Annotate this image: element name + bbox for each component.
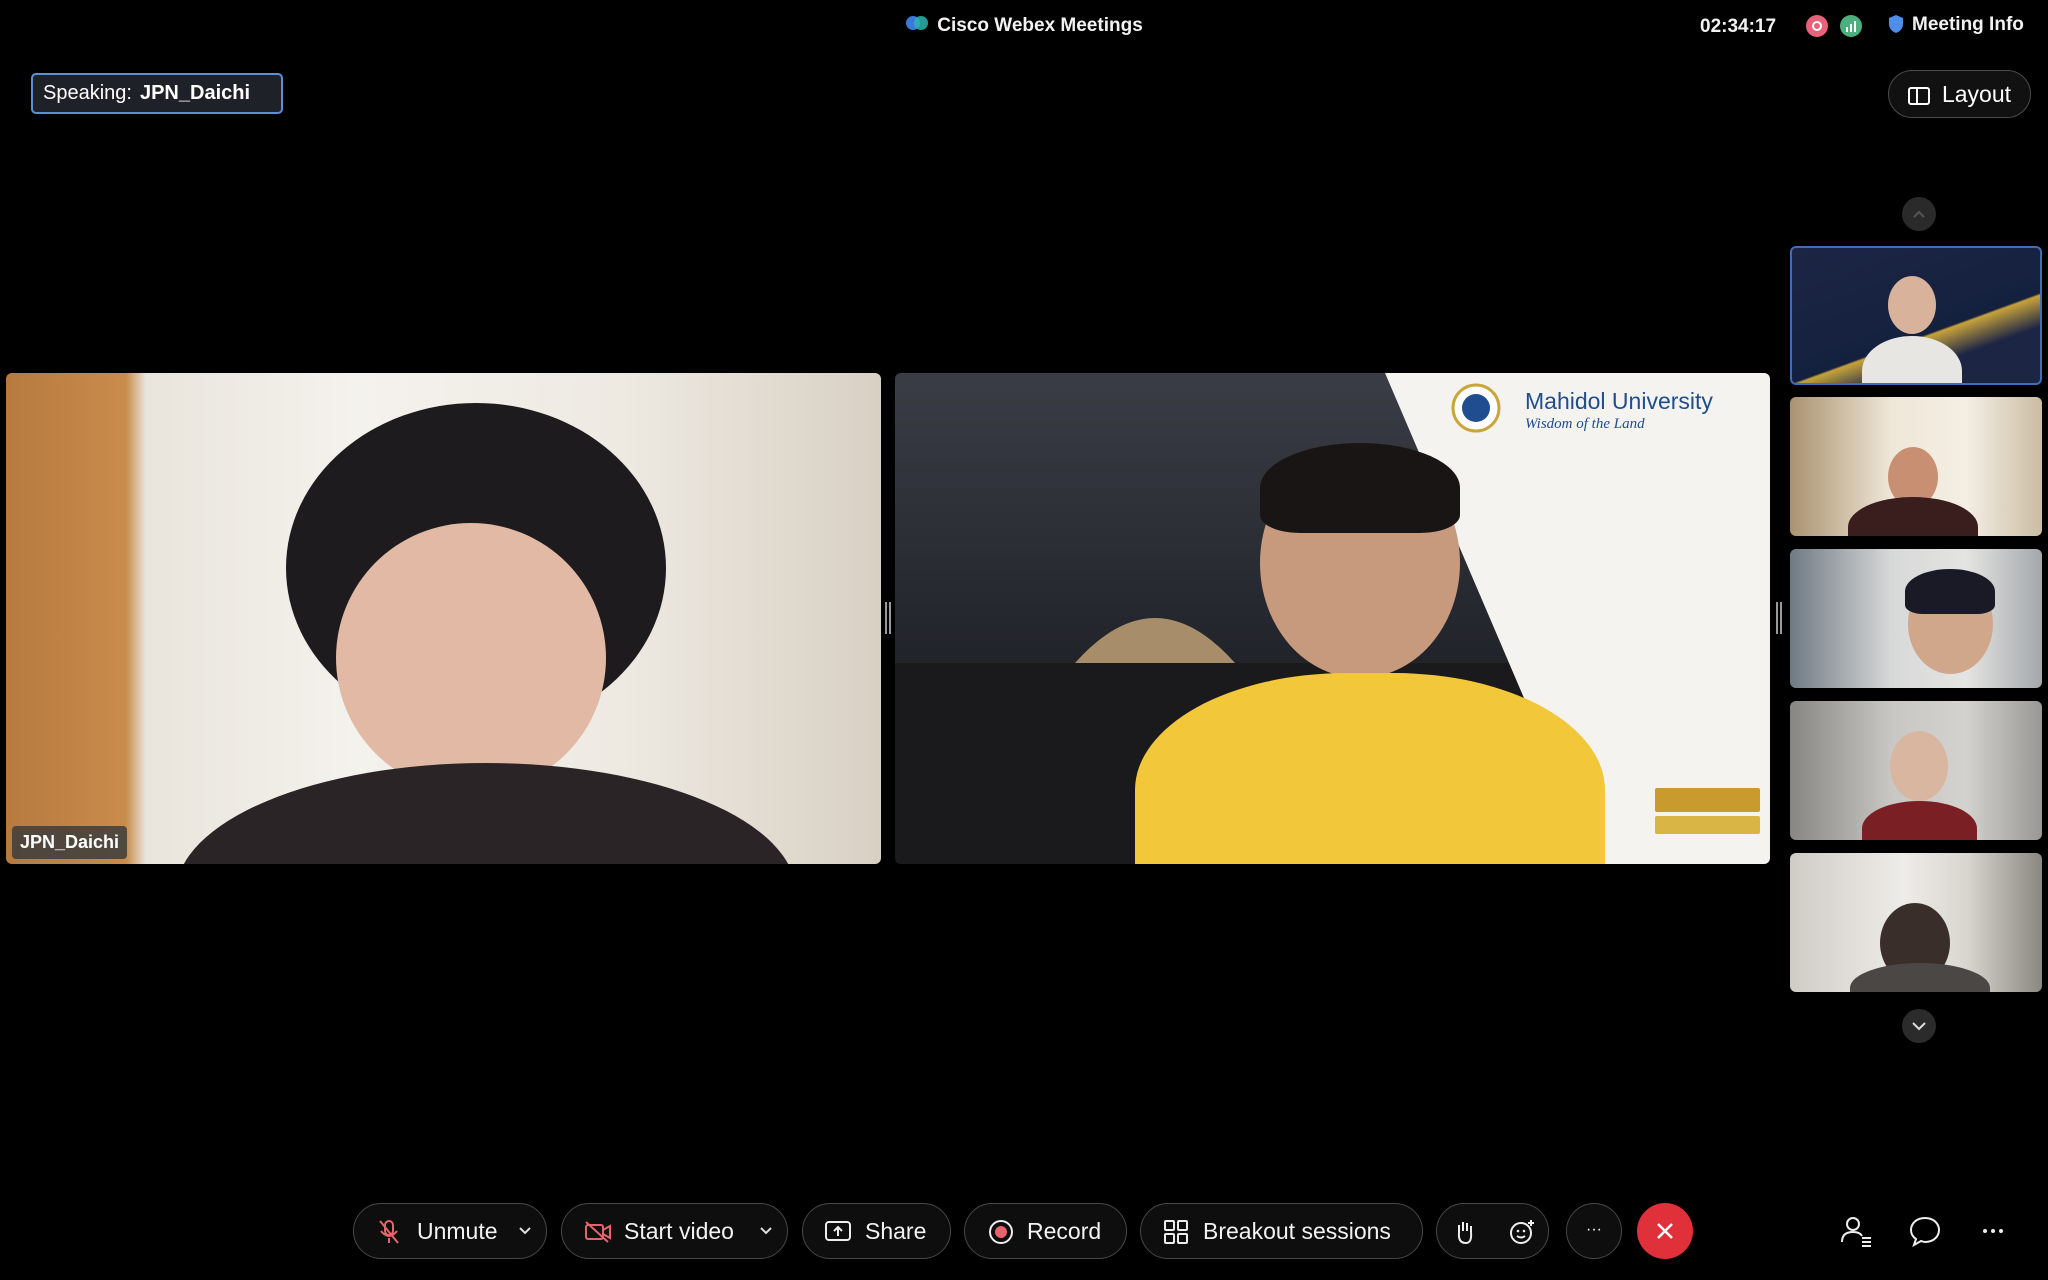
participant-face — [336, 523, 606, 793]
thumb-body — [1850, 963, 1990, 992]
tile-resize-handle[interactable] — [885, 602, 891, 634]
filmstrip-thumbnail[interactable] — [1790, 397, 2042, 536]
chevron-up-icon — [1913, 210, 1925, 218]
video-tile-jpn-daichi[interactable]: JPN_Daichi — [6, 373, 881, 864]
participant-body — [176, 763, 796, 864]
reactions-icon[interactable] — [1508, 1218, 1536, 1246]
breakout-label: Breakout sessions — [1203, 1218, 1391, 1244]
record-label: Record — [1027, 1218, 1102, 1244]
breakout-sessions-button[interactable]: Breakout sessions — [1140, 1203, 1423, 1259]
layout-icon — [1907, 87, 1930, 105]
record-button[interactable]: Record — [964, 1203, 1127, 1259]
webex-logo-icon — [905, 14, 929, 38]
qs-stars-badge — [1655, 788, 1760, 848]
thumb-body — [1862, 336, 1962, 383]
filmstrip-thumbnail[interactable] — [1790, 549, 2042, 688]
share-button[interactable]: Share — [802, 1203, 951, 1259]
org-tagline: Wisdom of the Land — [1525, 416, 1645, 432]
breakout-icon — [1164, 1220, 1188, 1244]
raise-hand-icon[interactable] — [1454, 1219, 1476, 1245]
app-title-text: Cisco Webex Meetings — [937, 15, 1143, 37]
unmute-button[interactable]: Unmute — [353, 1203, 547, 1259]
chevron-down-icon — [1912, 1022, 1926, 1031]
chevron-down-icon[interactable] — [518, 1226, 532, 1236]
layout-button[interactable]: Layout — [1888, 70, 2031, 118]
speaking-prefix: Speaking: — [43, 82, 132, 104]
start-video-button[interactable]: Start video — [561, 1203, 788, 1259]
layout-label: Layout — [1941, 81, 2012, 107]
thumb-hair — [1905, 569, 1995, 614]
participant-hair — [1260, 443, 1460, 533]
shield-icon — [1889, 15, 1903, 33]
title-bar: Cisco Webex Meetings 02:34:17 Meeting In… — [0, 0, 2048, 54]
thumb-face — [1888, 276, 1936, 334]
thumb-body — [1862, 801, 1977, 840]
more-icon[interactable] — [1975, 1213, 2011, 1249]
chevron-down-icon[interactable] — [759, 1226, 773, 1236]
meeting-timer: 02:34:17 — [1700, 16, 1777, 37]
filmstrip-thumbnail[interactable] — [1790, 853, 2042, 992]
meeting-info-button[interactable]: Meeting Info — [1888, 14, 2024, 40]
end-call-button[interactable] — [1637, 1203, 1693, 1259]
speaking-name: JPN_Daichi — [139, 82, 251, 104]
start-video-label: Start video — [624, 1218, 734, 1244]
video-tile-participant[interactable]: Mahidol University Wisdom of the Land — [895, 373, 1770, 864]
more-icon: ··· — [1586, 1221, 1602, 1238]
meeting-info-label: Meeting Info — [1912, 14, 2024, 35]
active-speaker-label: Speaking: JPN_Daichi — [31, 73, 283, 114]
more-options-button[interactable]: ··· — [1566, 1203, 1622, 1259]
record-indicator-icon — [1806, 15, 1828, 37]
thumb-body — [1848, 497, 1978, 536]
participants-icon[interactable] — [1838, 1213, 1874, 1249]
org-name: Mahidol University — [1525, 388, 1713, 414]
filmstrip-down-button[interactable] — [1902, 1009, 1936, 1043]
share-icon — [825, 1221, 851, 1241]
end-call-icon — [1657, 1223, 1673, 1239]
chat-icon[interactable] — [1907, 1213, 1943, 1249]
record-icon — [989, 1220, 1013, 1244]
share-label: Share — [865, 1218, 927, 1244]
filmstrip-thumbnail[interactable] — [1790, 246, 2042, 385]
reactions-group — [1436, 1203, 1549, 1259]
unmute-label: Unmute — [417, 1218, 498, 1244]
video-name-tag: JPN_Daichi — [12, 826, 128, 859]
thumb-face — [1890, 731, 1948, 801]
tile-resize-handle[interactable] — [1776, 602, 1782, 634]
filmstrip-up-button[interactable] — [1902, 197, 1936, 231]
mic-muted-icon — [379, 1220, 399, 1244]
network-icon[interactable] — [1840, 15, 1862, 37]
video-off-icon — [585, 1221, 611, 1243]
filmstrip-thumbnail[interactable] — [1790, 701, 2042, 840]
mahidol-seal-icon — [1451, 383, 1501, 433]
